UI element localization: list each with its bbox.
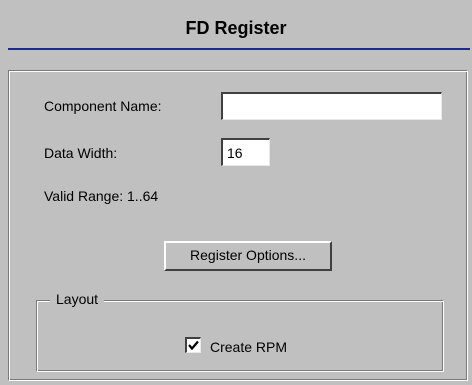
title-divider [8, 48, 470, 50]
component-name-label: Component Name: [44, 98, 162, 114]
fd-register-dialog: FD Register Component Name: Data Width: … [0, 0, 472, 385]
dialog-header: FD Register [0, 0, 472, 50]
data-width-input[interactable] [221, 138, 270, 166]
layout-groupbox [36, 300, 444, 372]
valid-range-text: Valid Range: 1..64 [44, 188, 159, 204]
layout-group-legend: Layout [50, 291, 105, 307]
data-width-label: Data Width: [44, 145, 118, 161]
component-name-input[interactable] [221, 92, 442, 120]
register-options-button[interactable]: Register Options... [164, 241, 332, 271]
checkmark-icon [188, 340, 199, 351]
create-rpm-label[interactable]: Create RPM [210, 339, 287, 355]
dialog-title: FD Register [185, 18, 287, 38]
create-rpm-checkbox[interactable] [185, 337, 201, 353]
